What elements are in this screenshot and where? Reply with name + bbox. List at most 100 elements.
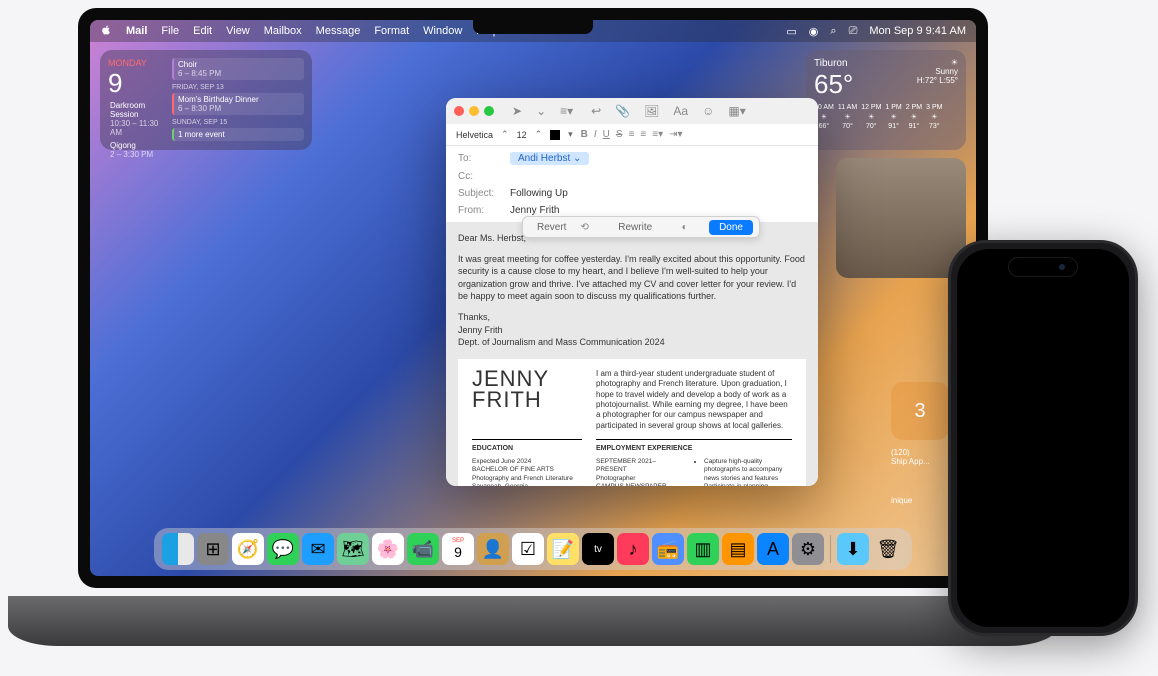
podcasts-icon[interactable]: 📻 xyxy=(652,533,684,565)
menu-window[interactable]: Window xyxy=(423,25,462,37)
calendar-event: 1 more event xyxy=(172,128,304,141)
done-button[interactable]: Done xyxy=(709,220,753,235)
insert-icon[interactable]: ▦▾ xyxy=(728,104,745,118)
menu-file[interactable]: File xyxy=(161,25,179,37)
wifi-icon[interactable]: ◉ xyxy=(809,25,819,38)
facetime-icon[interactable]: 📹 xyxy=(407,533,439,565)
recipient-token[interactable]: Andi Herbst ⌄ xyxy=(510,152,589,165)
revert-icon[interactable]: ⟲ xyxy=(580,222,588,233)
indent-icon[interactable]: ⇥▾ xyxy=(669,129,682,140)
weather-widget[interactable]: Tiburon 65° ☀ Sunny H:72° L:55° 10 AM☀66… xyxy=(806,50,966,150)
zoom-button[interactable] xyxy=(484,106,494,116)
revert-button[interactable]: Revert xyxy=(529,220,574,235)
trash-icon[interactable]: 🗑 xyxy=(872,533,904,565)
body-name: Jenny Frith xyxy=(458,324,806,337)
bold-icon[interactable]: B xyxy=(581,129,588,140)
menu-format[interactable]: Format xyxy=(374,25,409,37)
keynote-icon[interactable]: ▤ xyxy=(722,533,754,565)
to-label: To: xyxy=(458,153,500,164)
notes-icon[interactable]: 📝 xyxy=(547,533,579,565)
writing-tools-bar: Revert ⟲ Rewrite ◐ Done xyxy=(522,216,760,238)
align-icon[interactable]: ≡ xyxy=(640,129,646,140)
calendar-widget[interactable]: MONDAY 9 Darkroom Session 10:30 – 11:30 … xyxy=(100,50,312,150)
format-bar: Helvetica ⌃ 12 ⌃ ▾ B I U S ≡ ≡ ≡▾ ⇥▾ xyxy=(446,124,818,146)
messages-icon[interactable]: 💬 xyxy=(267,533,299,565)
align-icon[interactable]: ≡ xyxy=(629,129,635,140)
font-select[interactable]: Helvetica xyxy=(456,130,493,140)
calendar-day-number: 9 xyxy=(108,68,168,99)
from-label: From: xyxy=(458,205,500,216)
chevron-down-icon[interactable]: ▾ xyxy=(568,129,573,140)
sun-icon: ☀ xyxy=(917,58,958,67)
reminders-icon[interactable]: ☑ xyxy=(512,533,544,565)
cv-emp-title: EMPLOYMENT EXPERIENCE xyxy=(596,439,792,454)
reply-icon[interactable]: ↩ xyxy=(591,104,601,118)
calendar-icon[interactable]: SEP9 xyxy=(442,533,474,565)
attach-icon[interactable]: 📎 xyxy=(615,104,630,118)
control-center-icon[interactable]: ⎚ xyxy=(849,25,858,38)
photos-widget[interactable] xyxy=(836,158,966,278)
reminders-widget[interactable]: 3 xyxy=(891,382,949,440)
photos-icon[interactable]: 🌸 xyxy=(372,533,404,565)
subject-label: Subject: xyxy=(458,188,500,199)
cv-edu-title: EDUCATION xyxy=(472,439,582,454)
size-select[interactable]: 12 xyxy=(517,130,527,140)
weather-forecast: 10 AM☀66° 11 AM☀70° 12 PM☀70° 1 PM☀91° 2… xyxy=(814,104,958,130)
dynamic-island xyxy=(1008,257,1078,277)
downloads-icon[interactable]: ⬇ xyxy=(837,533,869,565)
tv-icon[interactable]: tv xyxy=(582,533,614,565)
text-color[interactable] xyxy=(550,130,560,140)
settings-icon[interactable]: ⚙ xyxy=(792,533,824,565)
emoji-icon[interactable]: ☺ xyxy=(702,104,714,118)
format-icon[interactable]: Aa xyxy=(673,104,688,118)
launchpad-icon[interactable]: ⊞ xyxy=(197,533,229,565)
search-icon[interactable]: ⌕ xyxy=(830,25,836,38)
list-icon[interactable]: ≡▾ xyxy=(652,129,663,140)
chevron-down-icon[interactable]: ⌄ xyxy=(536,104,546,118)
dock: ⊞ 🧭 💬 ✉ 🗺 🌸 📹 SEP9 👤 ☑ 📝 tv ♪ 📻 ▥ ▤ A ⚙ xyxy=(154,528,912,570)
cc-label: Cc: xyxy=(458,171,500,182)
mail-body[interactable]: Dear Ms. Herbst, It was great meeting fo… xyxy=(446,222,818,486)
menu-view[interactable]: View xyxy=(226,25,250,37)
underline-icon[interactable]: U xyxy=(603,129,610,140)
maps-icon[interactable]: 🗺 xyxy=(337,533,369,565)
from-field[interactable]: Jenny Frith xyxy=(510,205,559,216)
italic-icon[interactable]: I xyxy=(594,129,597,140)
cv-emp-left: SEPTEMBER 2021–PRESENT Photographer CAMP… xyxy=(596,458,686,486)
header-fields-icon[interactable]: ≡▾ xyxy=(560,104,573,118)
menu-edit[interactable]: Edit xyxy=(193,25,212,37)
minimize-button[interactable] xyxy=(469,106,479,116)
calendar-event: Mom's Birthday Dinner 6 – 8:30 PM xyxy=(172,93,304,115)
rewrite-button[interactable]: Rewrite xyxy=(610,220,660,235)
weather-condition: Sunny xyxy=(917,67,958,76)
music-icon[interactable]: ♪ xyxy=(617,533,649,565)
menubar-datetime[interactable]: Mon Sep 9 9:41 AM xyxy=(869,25,966,37)
calendar-session: Darkroom Session 10:30 – 11:30 AM xyxy=(108,99,168,139)
apple-logo-icon[interactable] xyxy=(100,24,112,39)
appstore-icon[interactable]: A xyxy=(757,533,789,565)
menu-app[interactable]: Mail xyxy=(126,25,147,37)
menu-mailbox[interactable]: Mailbox xyxy=(264,25,302,37)
iphone-screen[interactable] xyxy=(957,249,1129,627)
close-button[interactable] xyxy=(454,106,464,116)
strike-icon[interactable]: S xyxy=(616,129,623,140)
finder-icon[interactable] xyxy=(162,533,194,565)
weather-temp: 65° xyxy=(814,69,853,100)
battery-icon[interactable]: ▭ xyxy=(786,25,796,38)
window-titlebar[interactable]: ➤ ⌄ ≡▾ ↩ 📎 🖼 Aa ☺ ▦▾ xyxy=(446,98,818,124)
mail-icon[interactable]: ✉ xyxy=(302,533,334,565)
body-closing: Thanks, xyxy=(458,311,806,324)
cv-attachment[interactable]: JENNY FRITH I am a third-year student un… xyxy=(458,359,806,486)
chevron-icon[interactable]: ⌃ xyxy=(501,129,509,140)
rewrite-icon[interactable]: ◐ xyxy=(682,222,688,233)
photo-icon[interactable]: 🖼 xyxy=(644,104,659,118)
send-icon[interactable]: ➤ xyxy=(512,104,522,118)
chevron-icon[interactable]: ⌃ xyxy=(535,129,543,140)
subject-field[interactable]: Following Up xyxy=(510,188,568,199)
cv-name-last: FRITH xyxy=(472,390,582,411)
safari-icon[interactable]: 🧭 xyxy=(232,533,264,565)
menu-message[interactable]: Message xyxy=(316,25,361,37)
numbers-icon[interactable]: ▥ xyxy=(687,533,719,565)
contacts-icon[interactable]: 👤 xyxy=(477,533,509,565)
cv-intro: I am a third-year student undergraduate … xyxy=(596,369,792,431)
